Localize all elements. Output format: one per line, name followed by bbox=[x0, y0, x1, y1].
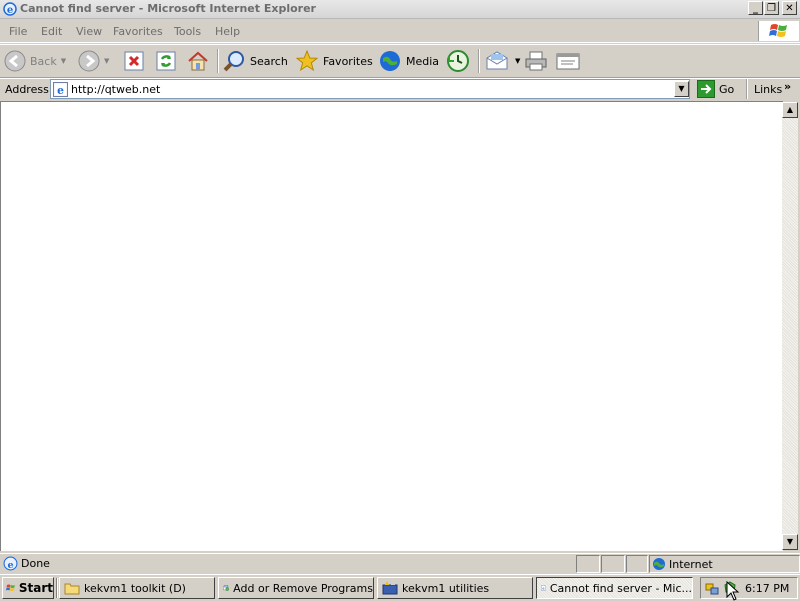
window-title: Cannot find server - Microsoft Internet … bbox=[20, 2, 316, 15]
scroll-up-button[interactable]: ▲ bbox=[782, 102, 798, 118]
address-bar: Address e http://qtweb.net ▼ Go Links » bbox=[0, 78, 800, 101]
address-dropdown-button[interactable]: ▼ bbox=[674, 81, 689, 97]
standard-toolbar: Back ▼ ▼ Search Favorites Media ▼ bbox=[0, 44, 800, 78]
printer-icon bbox=[525, 51, 547, 71]
go-arrow-icon bbox=[697, 80, 715, 98]
status-pane bbox=[601, 555, 625, 573]
search-label: Search bbox=[250, 54, 288, 68]
mail-icon bbox=[486, 51, 508, 70]
status-text: Done bbox=[21, 557, 50, 570]
stop-button[interactable] bbox=[123, 48, 145, 74]
forward-button[interactable]: ▼ bbox=[78, 48, 109, 74]
ie-icon: e bbox=[541, 585, 546, 591]
status-pane bbox=[576, 555, 600, 573]
taskbar-item-label: kekvm1 toolkit (D) bbox=[84, 581, 186, 595]
menu-edit[interactable]: Edit bbox=[41, 25, 62, 38]
menu-help[interactable]: Help bbox=[215, 25, 240, 38]
ie-page-icon: e bbox=[53, 82, 68, 97]
forward-arrow-icon bbox=[78, 50, 100, 72]
restore-button[interactable]: ❐ bbox=[764, 1, 779, 15]
mail-button[interactable]: ▼ bbox=[485, 48, 520, 74]
mail-dropdown-icon[interactable]: ▼ bbox=[515, 57, 520, 65]
windows-flag-icon bbox=[769, 24, 787, 37]
status-bar: e Done Internet bbox=[0, 553, 800, 574]
status-zone-pane: Internet bbox=[649, 555, 800, 573]
folder-icon bbox=[64, 583, 80, 595]
back-dropdown-icon[interactable]: ▼ bbox=[61, 57, 66, 65]
media-label: Media bbox=[406, 54, 440, 68]
start-button[interactable]: Start bbox=[2, 577, 54, 599]
ie-icon: e bbox=[3, 2, 17, 16]
history-button[interactable] bbox=[446, 48, 470, 74]
page-content[interactable] bbox=[0, 101, 783, 551]
edit-button[interactable] bbox=[555, 48, 581, 74]
taskbar-separator bbox=[56, 578, 58, 598]
taskbar-item-utilities[interactable]: kekvm1 utilities bbox=[377, 577, 533, 599]
svg-text:e: e bbox=[7, 560, 13, 571]
status-main-pane: e Done bbox=[0, 555, 574, 573]
refresh-button[interactable] bbox=[155, 48, 177, 74]
search-button[interactable]: Search bbox=[222, 48, 288, 74]
go-label: Go bbox=[719, 82, 735, 96]
favorites-star-icon bbox=[295, 49, 319, 72]
windows-flag-icon bbox=[6, 584, 15, 591]
links-button[interactable]: Links bbox=[754, 83, 782, 96]
address-label: Address bbox=[5, 83, 49, 96]
taskbar-item-label: Add or Remove Programs bbox=[233, 581, 373, 595]
windows-logo bbox=[758, 21, 799, 41]
links-more-icon[interactable]: » bbox=[784, 80, 791, 93]
clock[interactable]: 6:17 PM bbox=[745, 582, 789, 595]
mouse-cursor-icon bbox=[726, 581, 740, 601]
menu-bar: File Edit View Favorites Tools Help bbox=[0, 20, 800, 43]
start-label: Start bbox=[18, 581, 53, 595]
address-separator bbox=[746, 79, 748, 99]
menu-file[interactable]: File bbox=[9, 25, 27, 38]
address-input[interactable]: e http://qtweb.net ▼ bbox=[50, 79, 690, 99]
scroll-down-button[interactable]: ▼ bbox=[782, 534, 798, 550]
internet-globe-icon bbox=[653, 558, 665, 570]
favorites-label: Favorites bbox=[323, 54, 373, 68]
network-tray-icon[interactable] bbox=[705, 581, 719, 595]
toolbar-separator bbox=[478, 49, 480, 73]
svg-text:e: e bbox=[7, 5, 13, 16]
status-page-icon: e bbox=[3, 556, 18, 571]
menu-tools[interactable]: Tools bbox=[174, 25, 201, 38]
title-bar[interactable]: e Cannot find server - Microsoft Interne… bbox=[0, 0, 800, 19]
media-button[interactable]: Media bbox=[378, 48, 439, 74]
menu-favorites[interactable]: Favorites bbox=[113, 25, 163, 38]
go-button[interactable]: Go bbox=[697, 80, 734, 98]
taskbar: Start kekvm1 toolkit (D) Add or Remove P… bbox=[0, 574, 800, 601]
taskbar-item-ie[interactable]: e Cannot find server - Mic... bbox=[536, 577, 693, 599]
toolbar-separator bbox=[217, 49, 219, 73]
taskbar-item-label: kekvm1 utilities bbox=[402, 581, 490, 595]
stop-icon bbox=[124, 51, 144, 71]
taskbar-item-label: Cannot find server - Mic... bbox=[549, 581, 692, 595]
history-icon bbox=[447, 50, 469, 72]
status-zone-label: Internet bbox=[669, 558, 713, 571]
home-icon bbox=[188, 51, 208, 71]
home-button[interactable] bbox=[186, 48, 210, 74]
edit-page-icon bbox=[556, 53, 580, 70]
address-value: http://qtweb.net bbox=[71, 83, 161, 96]
print-button[interactable] bbox=[524, 48, 548, 74]
utilities-icon bbox=[382, 581, 398, 595]
media-icon bbox=[380, 51, 400, 71]
search-icon bbox=[223, 51, 244, 72]
favorites-button[interactable]: Favorites bbox=[295, 48, 373, 74]
forward-dropdown-icon[interactable]: ▼ bbox=[104, 57, 109, 65]
back-button[interactable]: Back ▼ bbox=[4, 48, 66, 74]
menu-view[interactable]: View bbox=[76, 25, 102, 38]
programs-icon bbox=[223, 585, 229, 591]
refresh-icon bbox=[156, 51, 176, 71]
taskbar-item-add-remove[interactable]: Add or Remove Programs bbox=[218, 577, 374, 599]
status-pane bbox=[626, 555, 648, 573]
close-button[interactable]: ✕ bbox=[782, 1, 797, 15]
minimize-button[interactable]: _ bbox=[748, 1, 763, 15]
svg-text:e: e bbox=[57, 84, 64, 97]
taskbar-item-toolkit[interactable]: kekvm1 toolkit (D) bbox=[59, 577, 215, 599]
system-tray: 6:17 PM bbox=[700, 577, 798, 599]
vertical-scrollbar[interactable]: ▲ ▼ bbox=[782, 102, 798, 550]
back-label: Back bbox=[30, 54, 57, 68]
back-arrow-icon bbox=[4, 50, 26, 72]
